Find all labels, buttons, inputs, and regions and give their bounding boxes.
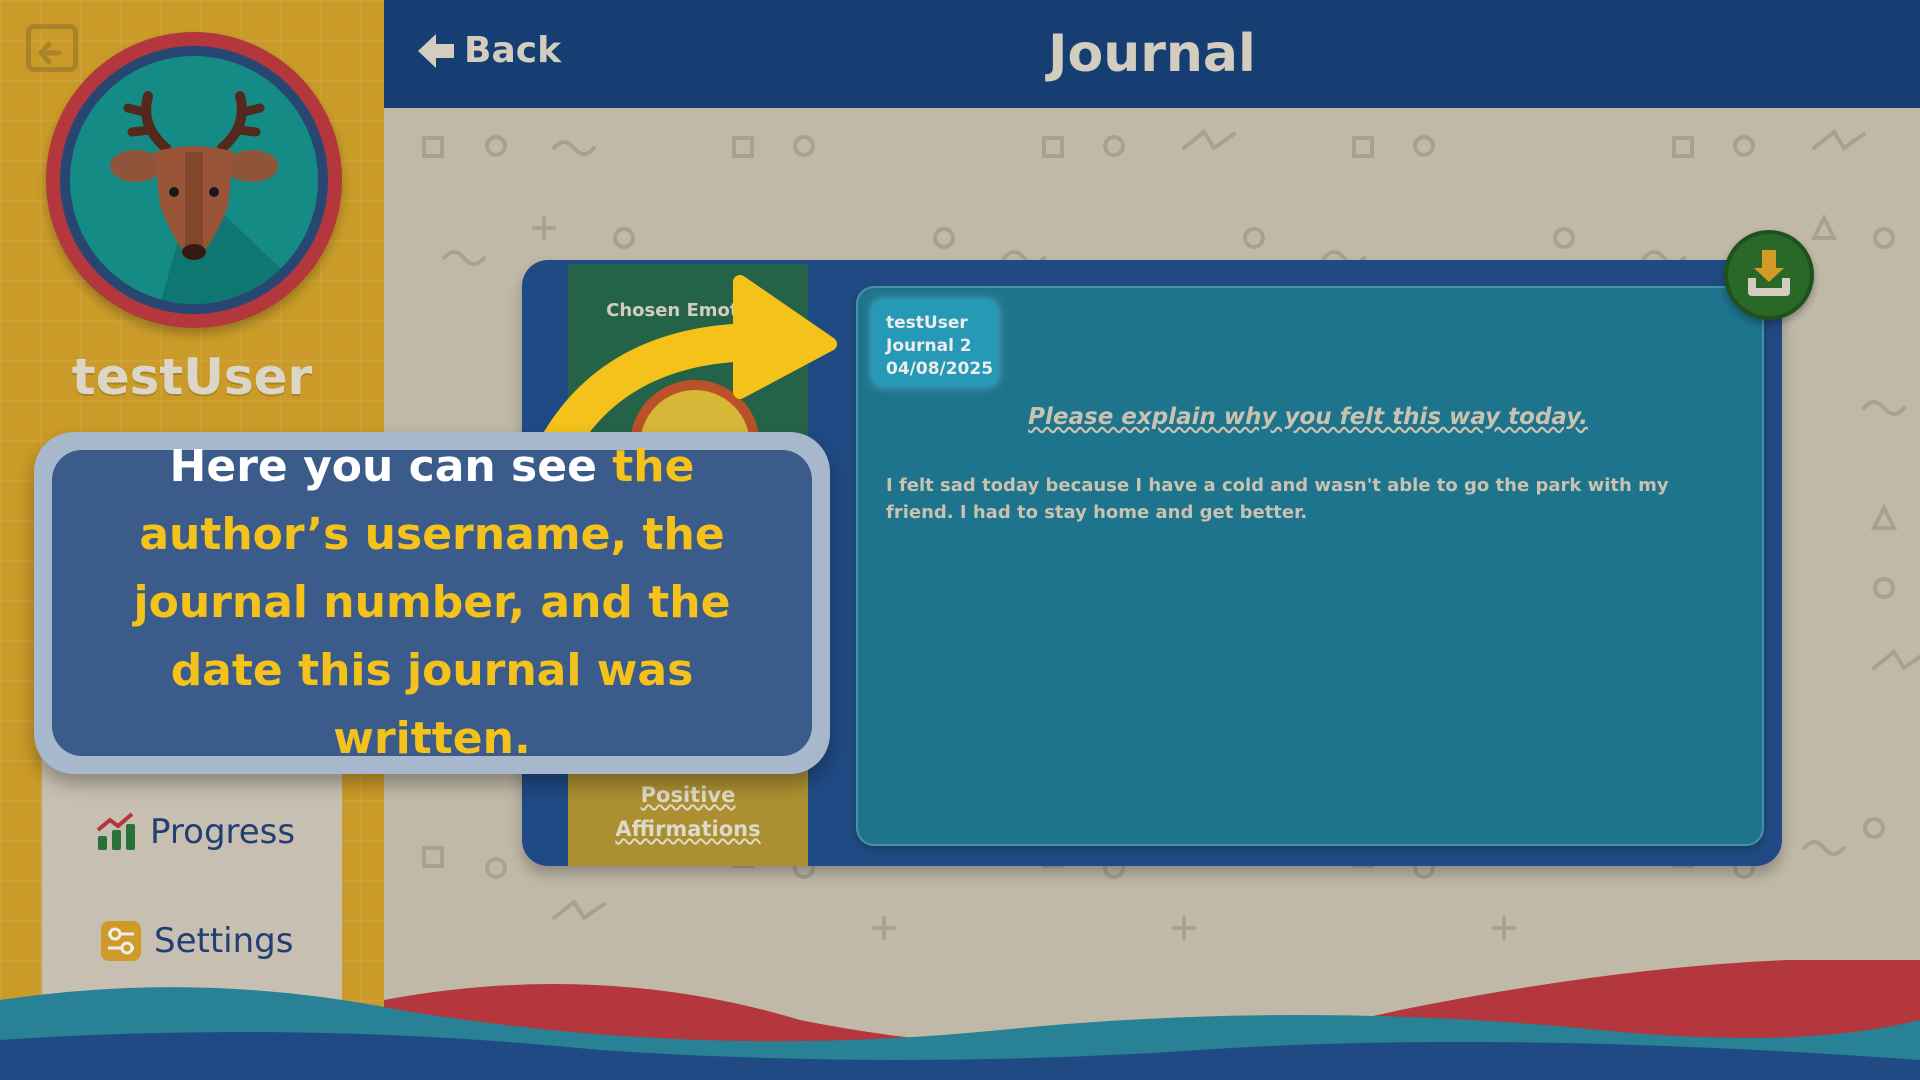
page-title: Journal <box>1048 24 1256 84</box>
back-label: Back <box>464 30 562 71</box>
avatar[interactable] <box>46 32 342 328</box>
logout-icon <box>38 41 62 65</box>
journal-number: Journal 2 <box>886 336 972 356</box>
back-button[interactable]: Back <box>416 30 561 71</box>
download-icon <box>1748 250 1790 296</box>
sidebar-item-settings[interactable]: Settings <box>100 920 293 962</box>
deer-icon <box>110 91 318 304</box>
download-button[interactable] <box>1724 230 1814 320</box>
arrow-left-icon <box>418 33 454 68</box>
positive-affirmations-link[interactable]: Positive Affirmations <box>568 778 808 846</box>
sidebar-item-label: Settings <box>154 921 294 961</box>
journal-meta: testUser Journal 2 04/08/2025 <box>872 300 998 386</box>
tutorial-tooltip: Here you can see the author’s username, … <box>34 432 830 774</box>
tutorial-text-plain: Here you can see <box>169 441 613 492</box>
pointer-arrow-icon <box>541 275 837 442</box>
chart-icon <box>96 812 135 850</box>
tutorial-text: Here you can see the author’s username, … <box>52 441 812 764</box>
sidebar-item-label: Progress <box>150 812 296 852</box>
settings-icon <box>101 921 141 961</box>
journal-entry-text: I felt sad today because I have a cold a… <box>886 475 1669 523</box>
sidebar-username: testUser <box>71 348 313 406</box>
bottom-wave <box>0 960 1920 1080</box>
sidebar-item-progress[interactable]: Progress <box>96 812 295 852</box>
journal-prompt: Please explain why you felt this way tod… <box>1028 404 1588 430</box>
journal-date: 04/08/2025 <box>886 359 994 379</box>
author-name: testUser <box>886 313 968 333</box>
logout-button[interactable] <box>26 24 78 72</box>
